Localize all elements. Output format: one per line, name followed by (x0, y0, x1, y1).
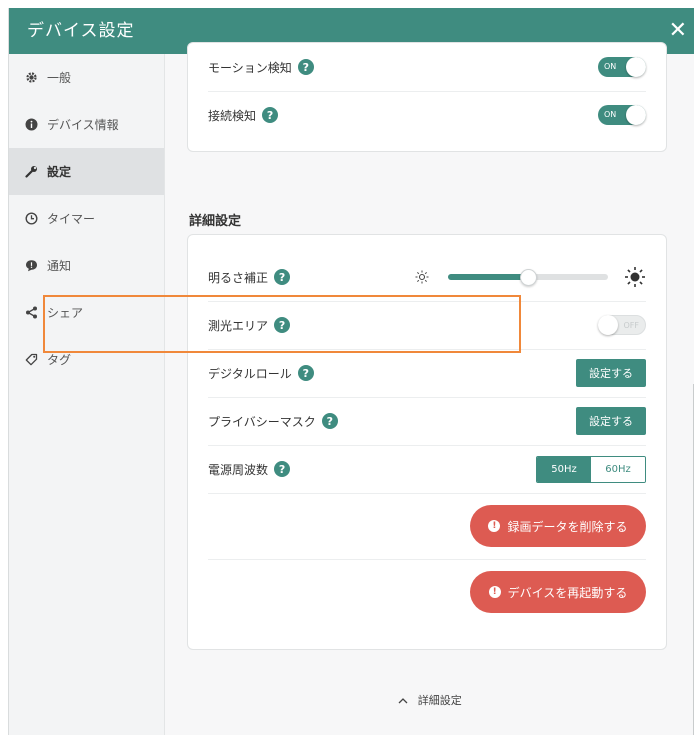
info-icon (23, 118, 39, 131)
delete-recording-row: ! 録画データを削除する (208, 493, 646, 560)
sidebar-item-settings[interactable]: 設定 (9, 148, 164, 195)
advanced-settings-heading: 詳細設定 (189, 214, 242, 229)
brightness-label: 明るさ補正 (208, 270, 269, 285)
sidebar-item-label: 一般 (47, 71, 72, 85)
close-icon[interactable]: ✕ (669, 8, 687, 54)
brightness-slider[interactable] (414, 266, 646, 288)
sidebar-item-device-info[interactable]: デバイス情報 (9, 101, 164, 148)
connection-detection-toggle[interactable]: ON (598, 105, 646, 125)
sidebar-item-general[interactable]: 一般 (9, 54, 164, 101)
motion-detection-label: モーション検知 (208, 60, 292, 75)
detection-card: モーション検知 ? ON 接続検知 ? ON (187, 42, 667, 152)
toggle-state-label: OFF (623, 321, 640, 330)
sidebar-item-label: 設定 (47, 165, 72, 179)
dialog-title: デバイス設定 (27, 21, 135, 41)
tag-icon (23, 353, 39, 366)
toggle-knob (626, 105, 646, 125)
power-frequency-row: 電源周波数 ? 50Hz 60Hz (208, 445, 646, 494)
privacy-mask-configure-button[interactable]: 設定する (576, 407, 646, 435)
slider-handle[interactable] (520, 269, 537, 286)
frequency-50hz-option[interactable]: 50Hz (537, 457, 591, 482)
toggle-state-label: ON (604, 110, 617, 119)
digital-roll-configure-button[interactable]: 設定する (576, 359, 646, 387)
metering-area-toggle[interactable]: OFF (598, 315, 646, 335)
sidebar-item-label: シェア (47, 306, 84, 320)
sidebar-item-tag[interactable]: タグ (9, 336, 164, 383)
help-icon[interactable]: ? (262, 107, 279, 123)
help-icon[interactable]: ? (297, 365, 314, 381)
sidebar: 一般 デバイス情報 設定 タイマー 通知 シェア タグ (9, 54, 165, 735)
sidebar-item-share[interactable]: シェア (9, 289, 164, 336)
toggle-knob (626, 57, 646, 77)
delete-recording-button[interactable]: ! 録画データを削除する (470, 505, 646, 547)
wrench-icon (23, 165, 39, 178)
restart-device-row: ! デバイスを再起動する (208, 559, 646, 625)
slider-fill (448, 274, 528, 280)
sidebar-item-timer[interactable]: タイマー (9, 195, 164, 242)
privacy-mask-label: プライバシーマスク (208, 414, 316, 429)
toggle-state-label: ON (604, 62, 617, 71)
advanced-settings-card: 明るさ補正 ? 測光エリア ? OFF デジタルロール ? 設定する プライバシ… (187, 234, 667, 650)
help-icon[interactable]: ? (321, 413, 338, 429)
metering-area-label: 測光エリア (208, 318, 269, 333)
collapse-advanced-label: 詳細設定 (417, 694, 462, 707)
device-settings-dialog: デバイス設定 ✕ 一般 デバイス情報 設定 タイマー 通知 シェア タグ モーシ… (8, 8, 694, 735)
digital-roll-row: デジタルロール ? 設定する (208, 349, 646, 398)
alert-icon: ! (488, 586, 501, 598)
chevron-up-icon (398, 694, 408, 707)
motion-detection-toggle[interactable]: ON (598, 57, 646, 77)
toggle-knob (598, 315, 618, 335)
digital-roll-label: デジタルロール (208, 366, 292, 381)
privacy-mask-row: プライバシーマスク ? 設定する (208, 397, 646, 446)
sidebar-item-label: 通知 (47, 259, 72, 273)
restart-device-button[interactable]: ! デバイスを再起動する (470, 571, 646, 613)
frequency-60hz-option[interactable]: 60Hz (591, 457, 645, 482)
power-frequency-label: 電源周波数 (208, 462, 269, 477)
help-icon[interactable]: ? (274, 269, 291, 285)
clock-icon (23, 212, 39, 225)
chat-icon (23, 259, 39, 272)
collapse-advanced-link[interactable]: 詳細設定 (165, 692, 694, 708)
share-icon (23, 306, 39, 319)
sun-small-icon (414, 269, 430, 288)
motion-detection-row: モーション検知 ? ON (208, 43, 646, 92)
help-icon[interactable]: ? (274, 317, 291, 333)
metering-area-row: 測光エリア ? OFF (208, 301, 646, 350)
sun-large-icon (624, 266, 646, 291)
brightness-row: 明るさ補正 ? (208, 253, 646, 302)
connection-detection-row: 接続検知 ? ON (208, 91, 646, 139)
sidebar-item-label: タイマー (47, 212, 96, 226)
gear-icon (23, 71, 39, 84)
sidebar-item-label: デバイス情報 (47, 118, 119, 132)
sidebar-item-notification[interactable]: 通知 (9, 242, 164, 289)
power-frequency-selector: 50Hz 60Hz (536, 456, 646, 483)
alert-icon: ! (488, 520, 501, 532)
slider-track (448, 269, 608, 286)
connection-detection-label: 接続検知 (208, 108, 257, 123)
help-icon[interactable]: ? (297, 59, 314, 75)
restart-device-label: デバイスを再起動する (507, 585, 628, 600)
help-icon[interactable]: ? (274, 461, 291, 477)
settings-panel: モーション検知 ? ON 接続検知 ? ON 詳細設定 明るさ補正 ? 測光エリ… (165, 42, 694, 735)
sidebar-item-label: タグ (47, 353, 72, 367)
delete-recording-label: 録画データを削除する (507, 519, 628, 534)
